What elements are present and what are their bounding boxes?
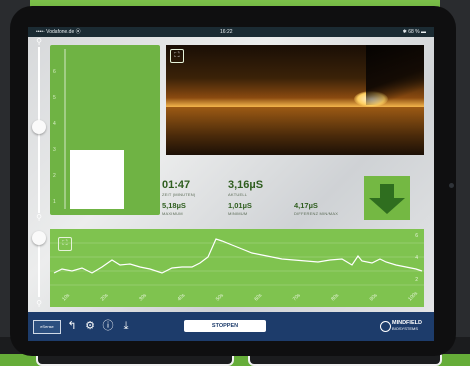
graph-x-tick: 20s [100, 292, 110, 302]
video-sea [166, 107, 424, 155]
max-value: 5,18µS [162, 201, 186, 210]
camera-dot [449, 183, 454, 188]
direction-arrow-button[interactable] [364, 176, 410, 220]
sensitivity-slider-top[interactable]: ⚲ ⚲ [32, 37, 46, 222]
battery-text: ✱ 68 % ▬ [402, 29, 426, 35]
current-value: 3,16µS [228, 179, 264, 191]
diff-value: 4,17µS [294, 201, 318, 210]
min-value: 1,01µS [228, 201, 252, 210]
brand-ring-icon [380, 321, 391, 332]
download-icon[interactable]: ⤓ [120, 319, 132, 333]
bar-scale-label: 6 [53, 69, 56, 75]
stop-button[interactable]: STOPPEN [184, 320, 266, 332]
magnifier-icon: ⚲ [36, 37, 42, 46]
down-arrow-icon [369, 184, 405, 214]
current-metric: 3,16µS AKTUELL [228, 179, 263, 197]
max-label: MAXIMUM [162, 211, 183, 216]
app-screen: ••••◦ Vodafone.de ⦿ 16:22 ✱ 68 % ▬ ⚲ ⚲ 1… [28, 27, 434, 341]
clock-text: 16:22 [220, 29, 233, 35]
magnifier-icon: ⚲ [36, 299, 42, 308]
signal-graph: 10s 20s 30s 40s 50s 60s 70s 80s 90s 100s ⛶ 6 4 2 [50, 229, 424, 307]
bar-scale-label: 4 [53, 121, 56, 127]
metrics-panel: 01:47 ZEIT (MINUTEN) 3,16µS AKTUELL 5,18… [162, 179, 342, 219]
brand-line2: BIOSYSTEMS [392, 326, 419, 331]
bar-scale-label: 2 [53, 173, 56, 179]
level-bar-panel: 1 2 3 4 5 6 [50, 45, 160, 215]
esense-logo: eSense [33, 320, 61, 334]
carrier-text: ••••◦ Vodafone.de ⦿ [36, 29, 81, 35]
back-arrow-icon[interactable]: ↰ [66, 319, 78, 333]
graph-y-tick: 2 [415, 277, 418, 283]
graph-x-tick: 40s [177, 292, 187, 302]
graph-x-tick: 70s [292, 292, 302, 302]
graph-x-tick: 100s [407, 290, 419, 302]
bottom-toolbar: eSense ↰ ⚙ ⓘ ⤓ STOPPEN MINDFIELD BIOSYST… [28, 312, 434, 341]
graph-x-tick: 30s [138, 292, 148, 302]
time-value: 01:47 [162, 179, 191, 191]
signal-graph-svg: 10s 20s 30s 40s 50s 60s 70s 80s 90s 100s [50, 238, 424, 302]
time-metric: 01:47 ZEIT (MINUTEN) [162, 179, 195, 197]
level-bar-fill [70, 150, 124, 209]
min-label: MINIMUM [228, 211, 248, 216]
graph-x-tick: 90s [369, 292, 379, 302]
diff-metric: 4,17µS DIFFERENZ MIN/MAX [294, 201, 338, 216]
slider-knob[interactable] [32, 120, 46, 134]
info-icon[interactable]: ⓘ [102, 319, 114, 333]
current-label: AKTUELL [228, 192, 248, 197]
graph-x-tick: 80s [330, 292, 340, 302]
magnifier-icon: ⚲ [36, 213, 42, 222]
sensitivity-slider-bottom[interactable]: ⚲ [32, 231, 46, 308]
graph-y-tick: 6 [415, 233, 418, 239]
video-palm-silhouette [366, 45, 424, 105]
max-metric: 5,18µS MAXIMUM [162, 201, 186, 216]
graph-y-tick: 4 [415, 255, 418, 261]
slider-knob[interactable] [32, 231, 46, 245]
bar-scale-label: 5 [53, 95, 56, 101]
expand-icon[interactable]: ⛶ [170, 49, 184, 63]
bar-scale-line [64, 49, 66, 209]
bar-scale-label: 1 [53, 199, 56, 205]
gear-icon[interactable]: ⚙ [84, 319, 96, 333]
graph-x-tick: 10s [61, 292, 71, 302]
min-metric: 1,01µS MINIMUM [228, 201, 252, 216]
bar-scale-label: 3 [53, 147, 56, 153]
diff-label: DIFFERENZ MIN/MAX [294, 211, 339, 216]
time-label: ZEIT (MINUTEN) [162, 192, 196, 197]
mindfield-logo: MINDFIELD BIOSYSTEMS [380, 320, 428, 333]
graph-x-tick: 60s [253, 292, 263, 302]
expand-icon[interactable]: ⛶ [58, 237, 72, 251]
feedback-video[interactable]: ⛶ [166, 45, 424, 155]
graph-x-tick: 50s [215, 292, 225, 302]
signal-line [53, 238, 423, 274]
status-bar: ••••◦ Vodafone.de ⦿ 16:22 ✱ 68 % ▬ [28, 27, 434, 37]
